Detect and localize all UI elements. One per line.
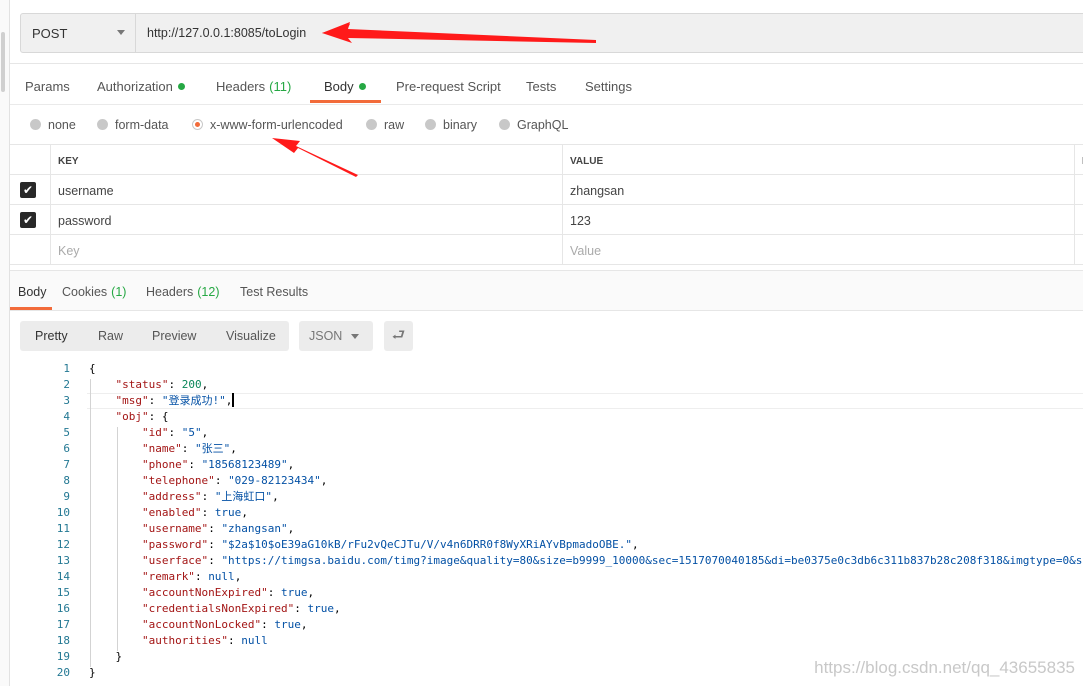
tab-label: Test Results [240,285,309,299]
status-dot-icon [177,83,185,90]
tab-label: Body [324,79,354,94]
tab-tests[interactable]: Tests [526,79,556,94]
annotation-arrows [272,22,596,177]
tab-settings[interactable]: Settings [585,79,632,94]
annotation-arrow-url-shaft [322,22,596,43]
radio-label: binary [443,118,478,132]
radio-icon [425,119,436,130]
radio-graphql[interactable]: GraphQL [499,118,568,132]
tab-label: Headers [146,285,194,299]
radio-icon [30,119,41,130]
radio-binary[interactable]: binary [425,118,477,132]
radio-label: raw [384,118,405,132]
response-tab-body[interactable]: Body [18,285,47,299]
tab-count: (1) [111,285,127,299]
radio-selected-icon [192,119,203,130]
tab-label: Pre-request Script [396,79,501,94]
annotation-arrow-body-type [272,138,358,177]
radio-none[interactable]: none [30,118,76,132]
tab-label: Cookies [62,285,108,299]
tab-label: Authorization [97,79,173,94]
radio-label: form-data [115,118,169,132]
tab-count: (12) [197,285,220,299]
radio-label: GraphQL [517,118,569,132]
radio-x-www-form-urlencoded[interactable]: x-www-form-urlencoded [192,118,343,132]
tab-headers[interactable]: Headers (11) [216,79,291,94]
radio-icon [366,119,377,130]
tab-label: Body [18,285,47,299]
response-tab-cookies[interactable]: Cookies (1) [62,285,126,299]
tab-label: Headers [216,79,266,94]
tab-label: Settings [585,79,632,94]
tab-label: Tests [526,79,557,94]
tab-pre-request-script[interactable]: Pre-request Script [396,79,501,94]
tab-authorization[interactable]: Authorization [97,79,185,94]
radio-icon [97,119,108,130]
tab-label: Params [25,79,70,94]
tab-body[interactable]: Body [324,79,366,94]
status-dot-icon [358,83,366,90]
radio-label: x-www-form-urlencoded [210,118,343,132]
radio-icon [499,119,510,130]
response-tab-test-results[interactable]: Test Results [240,285,308,299]
radio-label: none [48,118,76,132]
radio-raw[interactable]: raw [366,118,404,132]
radio-form-data[interactable]: form-data [97,118,169,132]
response-tab-headers[interactable]: Headers (12) [146,285,219,299]
tab-params[interactable]: Params [25,79,70,94]
tab-count: (11) [269,79,292,94]
